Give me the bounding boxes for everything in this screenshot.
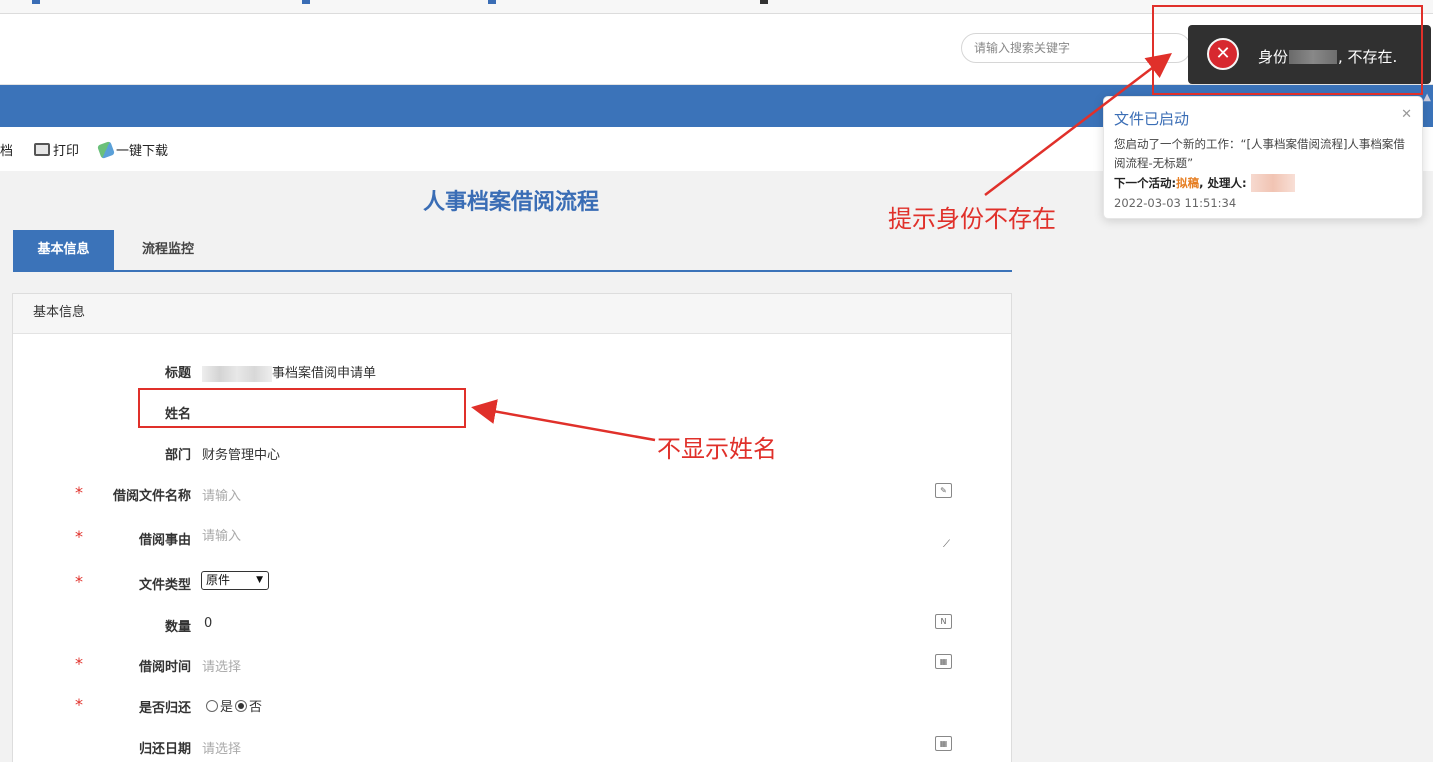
arrow-to-toast bbox=[984, 52, 1172, 196]
arrow-to-name bbox=[471, 399, 656, 442]
annotation-arrows bbox=[471, 52, 1172, 442]
